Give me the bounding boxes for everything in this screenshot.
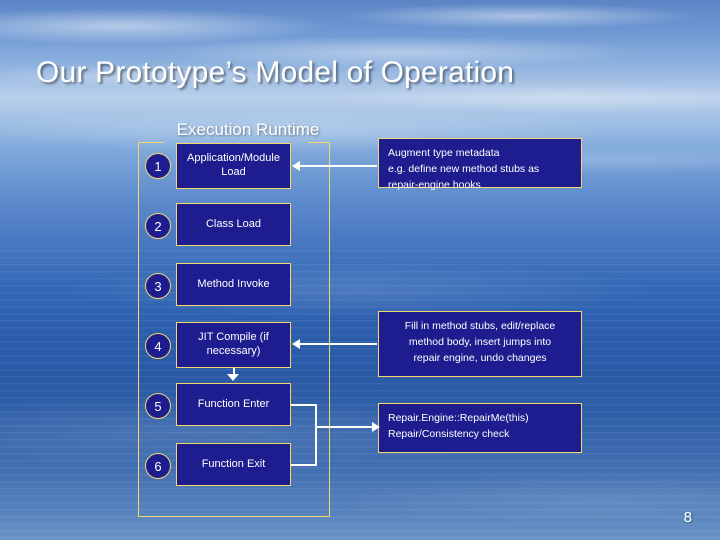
note-augment-line-3: repair-engine hooks [388,178,481,191]
note-fill-line-1: Fill in method stubs, edit/replace [404,320,556,332]
step-number-2: 2 [145,213,171,239]
step-box-function-enter[interactable]: Function Enter [176,383,291,426]
step-number-3: 3 [145,273,171,299]
arrow-fill-to-step4 [299,343,377,345]
execution-runtime-frame-top-left [138,142,164,143]
page-title: Our Prototype’s Model of Operation [36,56,515,89]
slide-canvas: Our Prototype’s Model of Operation Execu… [0,0,720,540]
arrow-head-step4-to-step5 [227,374,239,381]
arrow-head-step5-to-note3 [372,422,380,432]
connector-step6-out [291,464,317,466]
step-box-application-module-load[interactable]: Application/Module Load [176,143,291,189]
step-number-4: 4 [145,333,171,359]
connector-step5-out [291,404,317,406]
execution-runtime-label: Execution Runtime [176,120,320,139]
note-augment-type-metadata: Augment type metadata e.g. define new me… [378,138,582,191]
arrow-head-fill-to-step4 [292,339,300,349]
step-box-class-load[interactable]: Class Load [176,203,291,246]
note-fill-line-3: repair engine, undo changes [413,351,547,364]
connector-step5-to-note3 [315,426,377,428]
connector-step6-riser [315,404,317,466]
step-number-6: 6 [145,453,171,479]
arrow-head-augment-to-step1 [292,161,300,171]
step-number-5: 5 [145,393,171,419]
note-augment-line-2: e.g. define new method stubs as [388,162,540,175]
step-box-jit-compile[interactable]: JIT Compile (if necessary) [176,322,291,368]
page-number: 8 [683,509,692,526]
arrow-augment-to-step1 [299,165,377,167]
note-fill-method-stubs: Fill in method stubs, edit/replace metho… [378,311,582,377]
execution-runtime-frame-top-right [308,142,330,143]
note-repair-line-1: Repair.Engine::RepairMe(this) [388,412,529,424]
note-fill-line-2: method body, insert jumps into [408,335,552,348]
note-repair-line-2: Repair/Consistency check [388,427,510,440]
step-box-method-invoke[interactable]: Method Invoke [176,263,291,306]
note-repair-engine: Repair.Engine::RepairMe(this) Repair/Con… [378,403,582,453]
step-number-1: 1 [145,153,171,179]
step-box-function-exit[interactable]: Function Exit [176,443,291,486]
note-augment-line-1: Augment type metadata [388,147,500,159]
